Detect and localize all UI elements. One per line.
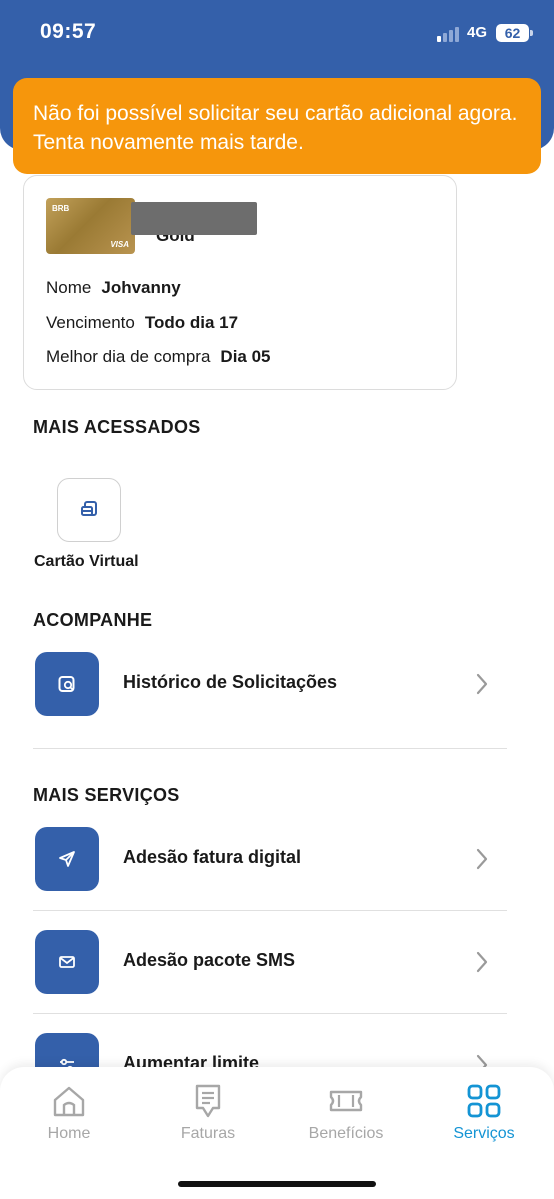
ticket-icon bbox=[329, 1090, 363, 1112]
signal-strength-icon bbox=[437, 26, 463, 42]
card-holder-row: Nome Johvanny bbox=[46, 278, 181, 298]
virtual-card-icon bbox=[81, 501, 97, 516]
tab-home-label: Home bbox=[47, 1125, 91, 1142]
status-bar: 09:57 4G 62 bbox=[0, 0, 554, 66]
redaction-block bbox=[131, 202, 257, 235]
due-date-row: Vencimento Todo dia 17 bbox=[46, 313, 238, 333]
most-accessed-title: MAIS ACESSADOS bbox=[33, 417, 201, 437]
credit-card-image: BRB VISA bbox=[46, 198, 135, 254]
sms-package-tile bbox=[35, 930, 99, 994]
envelope-icon bbox=[59, 956, 75, 968]
due-date-value: Todo dia 17 bbox=[144, 313, 239, 332]
request-history-label: Histórico de Solicitações bbox=[123, 672, 338, 692]
best-purchase-day-row: Melhor dia de compra Dia 05 bbox=[46, 347, 271, 367]
tab-benefits-label: Benefícios bbox=[308, 1125, 384, 1142]
battery-icon: 62 bbox=[496, 24, 529, 42]
sms-package-label: Adesão pacote SMS bbox=[123, 950, 296, 970]
tab-invoices-label: Faturas bbox=[180, 1125, 236, 1142]
paper-plane-icon bbox=[59, 851, 75, 867]
tab-services-label: Serviços bbox=[453, 1125, 515, 1142]
divider bbox=[33, 910, 507, 911]
chevron-right-icon bbox=[476, 848, 488, 870]
digital-invoice-tile bbox=[35, 827, 99, 891]
card-summary: BRB VISA Gold Nome Johvanny Vencimento Tod… bbox=[23, 175, 457, 390]
home-icon bbox=[53, 1086, 85, 1117]
request-history-tile bbox=[35, 652, 99, 716]
card-holder-label: Nome bbox=[46, 278, 92, 297]
list-item-request-history[interactable]: Histórico de Solicitações bbox=[33, 648, 507, 720]
request-history-icon bbox=[58, 676, 75, 692]
tab-services[interactable]: Serviços bbox=[424, 1083, 544, 1143]
digital-invoice-label: Adesão fatura digital bbox=[123, 847, 302, 867]
grid-icon bbox=[467, 1084, 501, 1118]
list-item-digital-invoice[interactable]: Adesão fatura digital bbox=[33, 823, 507, 895]
visa-logo: VISA bbox=[110, 240, 129, 249]
list-item-sms-package[interactable]: Adesão pacote SMS bbox=[33, 926, 507, 998]
bottom-tab-bar: Home Faturas Benefícios Serviços bbox=[0, 1067, 554, 1199]
follow-up-title: ACOMPANHE bbox=[33, 610, 153, 630]
chevron-right-icon bbox=[476, 673, 488, 695]
best-purchase-day-label: Melhor dia de compra bbox=[46, 347, 211, 366]
toast-message: Não foi possível solicitar seu cartão ad… bbox=[33, 102, 518, 154]
divider bbox=[33, 1013, 507, 1014]
best-purchase-day-value: Dia 05 bbox=[220, 347, 271, 366]
tab-home[interactable]: Home bbox=[9, 1083, 129, 1143]
due-date-label: Vencimento bbox=[46, 313, 135, 332]
card-holder-value: Johvanny bbox=[101, 278, 181, 297]
tab-invoices[interactable]: Faturas bbox=[148, 1083, 268, 1143]
card-brand-logo: BRB bbox=[52, 204, 70, 213]
home-indicator bbox=[178, 1181, 376, 1187]
invoice-icon bbox=[195, 1084, 221, 1118]
virtual-card-label[interactable]: Cartão Virtual bbox=[34, 553, 139, 571]
chevron-right-icon bbox=[476, 951, 488, 973]
status-time: 09:57 bbox=[40, 20, 97, 43]
more-services-title: MAIS SERVIÇOS bbox=[33, 785, 180, 805]
battery-tip bbox=[530, 30, 533, 36]
virtual-card-shortcut[interactable] bbox=[57, 478, 121, 542]
divider bbox=[33, 748, 507, 749]
error-toast[interactable]: Não foi possível solicitar seu cartão ad… bbox=[13, 78, 541, 174]
network-type: 4G bbox=[467, 24, 488, 41]
tab-benefits[interactable]: Benefícios bbox=[286, 1083, 406, 1143]
